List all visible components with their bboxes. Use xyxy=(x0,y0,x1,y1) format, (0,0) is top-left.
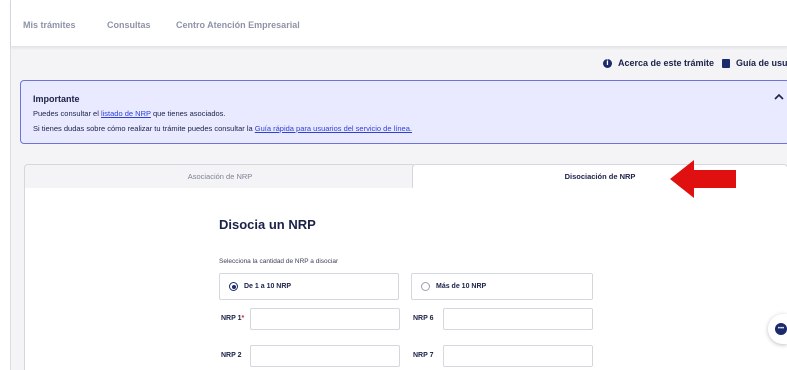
notice-line-1-prefix: Puedes consultar el xyxy=(33,109,101,118)
nrp7-input[interactable] xyxy=(443,345,593,367)
radio-selected[interactable] xyxy=(229,282,238,291)
nav-mis-tramites[interactable]: Mis trámites xyxy=(23,20,76,30)
nrp1-label-text: NRP 1 xyxy=(221,315,242,322)
nrp2-label: NRP 2 xyxy=(221,352,242,359)
option-1-to-10[interactable]: De 1 a 10 NRP xyxy=(219,273,399,300)
option-more-than-10[interactable]: Más de 10 NRP xyxy=(411,273,593,300)
option-more-than-10-label: Más de 10 NRP xyxy=(436,283,487,290)
required-mark: * xyxy=(241,315,245,322)
nrp7-label: NRP 7 xyxy=(413,352,434,359)
chevron-up-icon xyxy=(774,93,784,100)
nrp6-input[interactable] xyxy=(443,308,593,330)
option-1-to-10-label: De 1 a 10 NRP xyxy=(244,283,292,290)
info-icon: i xyxy=(603,59,612,69)
notice-line-1-suffix: que tienes asociados. xyxy=(150,109,226,118)
collapse-chevron-up-icon[interactable] xyxy=(769,93,787,107)
nav-consultas[interactable]: Consultas xyxy=(107,20,151,30)
chat-icon: ••• xyxy=(775,323,787,335)
notice-line-2: Si tienes dudas sobre cómo realizar tu t… xyxy=(33,124,412,133)
nav-centro-atencion[interactable]: Centro Atención Empresarial xyxy=(176,20,300,30)
book-icon xyxy=(722,59,730,69)
quick-guide-link[interactable]: Guía rápida para usuarios del servicio d… xyxy=(255,124,412,133)
form-heading: Disocia un NRP xyxy=(219,217,316,232)
nrp1-input[interactable] xyxy=(250,308,400,330)
notice-line-1: Puedes consultar el listado de NRP que t… xyxy=(33,109,226,118)
select-quantity-label: Selecciona la cantidad de NRP a disociar xyxy=(219,258,339,265)
about-link-label: Acerca de este trámite xyxy=(618,58,715,68)
nrp6-label: NRP 6 xyxy=(413,315,434,322)
nrp2-input[interactable] xyxy=(250,345,400,367)
nrp-list-link[interactable]: listado de NRP xyxy=(101,109,151,118)
red-arrow-annotation xyxy=(670,160,736,198)
notice-line-2-prefix: Si tienes dudas sobre cómo realizar tu t… xyxy=(33,124,255,133)
about-link[interactable]: i Acerca de este trámite xyxy=(603,58,715,69)
user-guide-link[interactable]: Guía de usuar xyxy=(722,58,787,69)
important-notice: Importante Puedes consultar el listado d… xyxy=(20,80,787,144)
form-panel xyxy=(24,188,787,370)
notice-title: Importante xyxy=(33,94,80,104)
radio-unselected[interactable] xyxy=(421,282,430,291)
tab-asociacion[interactable]: Asociación de NRP xyxy=(24,164,416,188)
nrp1-label: NRP 1* xyxy=(221,315,244,322)
top-navigation: Mis trámites Consultas Centro Atención E… xyxy=(11,0,787,47)
user-guide-label: Guía de usuar xyxy=(736,58,787,68)
